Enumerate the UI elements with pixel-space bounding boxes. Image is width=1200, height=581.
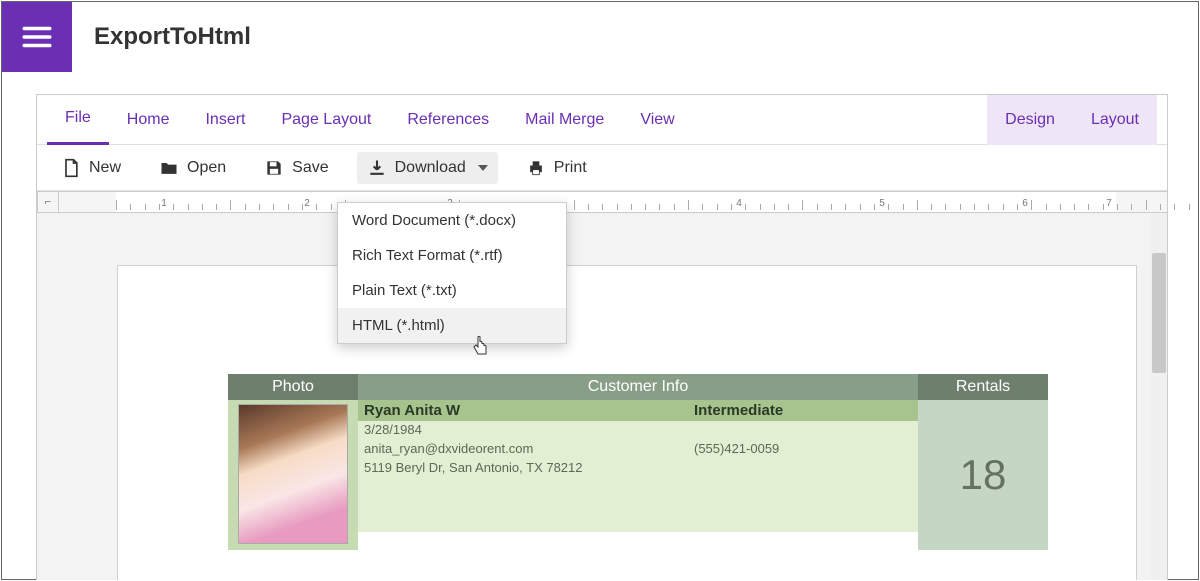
customer-level: Intermediate [688,400,918,421]
rich-editor: File Home Insert Page Layout References … [36,94,1168,580]
table-row: Ryan Anita W Intermediate 3/28/1984 anit… [228,400,1048,550]
download-label: Download [395,159,466,177]
horizontal-ruler[interactable]: 1 2 3 4 5 6 7 [59,191,1167,213]
customer-email: anita_ryan@dxvideorent.com [358,440,688,459]
detail-row: 3/28/1984 [358,421,918,440]
rentals-cell: 18 [918,400,1048,550]
tab-page-layout[interactable]: Page Layout [263,95,389,145]
scroll-thumb[interactable] [1152,253,1166,373]
tab-file[interactable]: File [47,95,109,145]
customer-phone: (555)421-0059 [688,440,918,459]
download-button[interactable]: Download [357,152,498,184]
customer-table[interactable]: Photo Customer Info Rentals Ryan Anita W… [228,374,1048,550]
context-tab-group: Design Layout [987,95,1157,145]
chevron-down-icon [478,165,488,171]
customer-address: 5119 Beryl Dr, San Antonio, TX 78212 [358,459,918,532]
app-window: ExportToHtml File Home Insert Page Layou… [1,1,1199,580]
open-label: Open [187,159,226,177]
customer-photo [238,404,348,544]
document-viewport[interactable]: Photo Customer Info Rentals Ryan Anita W… [37,213,1167,580]
download-icon [367,158,387,178]
tab-layout[interactable]: Layout [1073,95,1157,145]
name-row: Ryan Anita W Intermediate [358,400,918,421]
download-option-docx[interactable]: Word Document (*.docx) [338,203,566,238]
folder-open-icon [159,158,179,178]
download-option-rtf[interactable]: Rich Text Format (*.rtf) [338,238,566,273]
tab-references[interactable]: References [389,95,507,145]
tab-view[interactable]: View [622,95,692,145]
download-option-html[interactable]: HTML (*.html) [338,308,566,343]
detail-row: 5119 Beryl Dr, San Antonio, TX 78212 [358,459,918,532]
hamburger-icon [20,20,54,54]
customer-birthdate: 3/28/1984 [358,421,688,440]
top-bar: ExportToHtml [2,2,1198,72]
tab-insert[interactable]: Insert [187,95,263,145]
vertical-scrollbar[interactable] [1151,213,1167,580]
document-page[interactable]: Photo Customer Info Rentals Ryan Anita W… [117,265,1137,580]
save-label: Save [292,159,328,177]
detail-row: anita_ryan@dxvideorent.com (555)421-0059 [358,440,918,459]
info-cell: Ryan Anita W Intermediate 3/28/1984 anit… [358,400,918,550]
open-button[interactable]: Open [149,152,236,184]
ruler-corner: ⌐ [37,191,59,213]
ruler-mark: 5 [879,198,885,209]
ruler-row: ⌐ 1 2 3 4 5 6 7 [37,191,1167,213]
tab-design[interactable]: Design [987,95,1073,145]
download-option-txt[interactable]: Plain Text (*.txt) [338,273,566,308]
save-icon [264,158,284,178]
header-rentals: Rentals [918,374,1048,400]
tab-mail-merge[interactable]: Mail Merge [507,95,622,145]
tab-home[interactable]: Home [109,95,188,145]
ruler-mark: 7 [1106,198,1112,209]
ruler-mark: 6 [1022,198,1028,209]
ribbon-tabs: File Home Insert Page Layout References … [37,95,1167,145]
print-label: Print [554,159,587,177]
save-button[interactable]: Save [254,152,338,184]
new-button[interactable]: New [51,152,131,184]
ruler-mark: 4 [736,198,742,209]
photo-cell [228,400,358,550]
new-file-icon [61,158,81,178]
download-dropdown: Word Document (*.docx) Rich Text Format … [337,202,567,344]
hamburger-menu-button[interactable] [2,2,72,72]
customer-name: Ryan Anita W [358,400,688,421]
empty-cell [688,421,918,440]
header-photo: Photo [228,374,358,400]
print-icon [526,158,546,178]
print-button[interactable]: Print [516,152,597,184]
new-label: New [89,159,121,177]
table-header-row: Photo Customer Info Rentals [228,374,1048,400]
header-info: Customer Info [358,374,918,400]
page-title: ExportToHtml [94,23,251,51]
file-toolbar: New Open Save Download Print [37,145,1167,191]
ruler-mark: 1 [161,198,167,209]
ruler-mark: 2 [304,198,310,209]
